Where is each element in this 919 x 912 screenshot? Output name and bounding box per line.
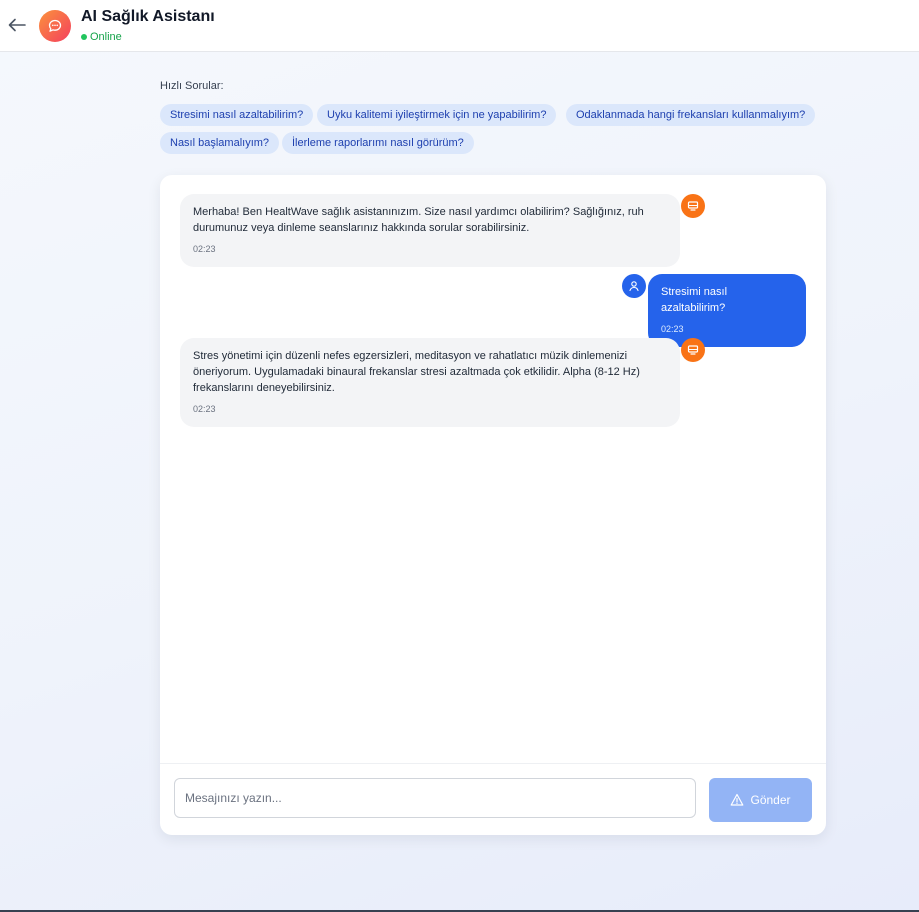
chat-panel: Merhaba! Ben HealtWave sağlık asistanını… bbox=[160, 175, 826, 835]
app-header: AI Sağlık Asistanı Online bbox=[0, 0, 919, 52]
status-label: Online bbox=[90, 31, 122, 43]
message-time: 02:23 bbox=[193, 404, 216, 414]
message-list[interactable]: Merhaba! Ben HealtWave sağlık asistanını… bbox=[160, 175, 826, 763]
quick-questions-label: Hızlı Sorular: bbox=[160, 80, 224, 92]
assistant-avatar bbox=[39, 10, 71, 42]
quick-question-chip[interactable]: Stresimi nasıl azaltabilirim? bbox=[160, 104, 314, 126]
chat-bubble-icon bbox=[48, 19, 62, 32]
message-text: Stresimi nasıl azaltabilirim? bbox=[661, 286, 728, 314]
message-input[interactable] bbox=[174, 778, 696, 818]
back-button[interactable] bbox=[7, 15, 27, 35]
message-time: 02:23 bbox=[193, 244, 216, 254]
online-status: Online bbox=[81, 31, 122, 43]
message-composer: Gönder bbox=[160, 763, 826, 835]
page-title: AI Sağlık Asistanı bbox=[81, 8, 215, 25]
bot-message: Merhaba! Ben HealtWave sağlık asistanını… bbox=[180, 194, 680, 267]
bot-avatar bbox=[681, 194, 705, 218]
arrow-left-icon bbox=[8, 18, 26, 32]
quick-question-chip[interactable]: İlerleme raporlarımı nasıl görürüm? bbox=[282, 132, 474, 154]
send-label: Gönder bbox=[750, 793, 791, 807]
send-button[interactable]: Gönder bbox=[709, 778, 812, 822]
bot-icon bbox=[687, 201, 699, 211]
quick-question-chip[interactable]: Odaklanmada hangi frekansları kullanmalı… bbox=[566, 104, 816, 126]
user-message: Stresimi nasıl azaltabilirim? 02:23 bbox=[648, 274, 806, 347]
user-avatar bbox=[622, 274, 646, 298]
online-dot-icon bbox=[81, 34, 87, 40]
bot-icon bbox=[687, 345, 699, 355]
user-icon bbox=[629, 281, 639, 292]
quick-question-chip[interactable]: Nasıl başlamalıyım? bbox=[160, 132, 280, 154]
bot-avatar bbox=[681, 338, 705, 362]
message-text: Stres yönetimi için düzenli nefes egzers… bbox=[193, 350, 640, 394]
send-icon bbox=[731, 793, 744, 806]
message-time: 02:23 bbox=[661, 324, 684, 334]
message-text: Merhaba! Ben HealtWave sağlık asistanını… bbox=[193, 206, 644, 234]
bot-message: Stres yönetimi için düzenli nefes egzers… bbox=[180, 338, 680, 427]
quick-question-chip[interactable]: Uyku kalitemi iyileştirmek için ne yapab… bbox=[317, 104, 557, 126]
